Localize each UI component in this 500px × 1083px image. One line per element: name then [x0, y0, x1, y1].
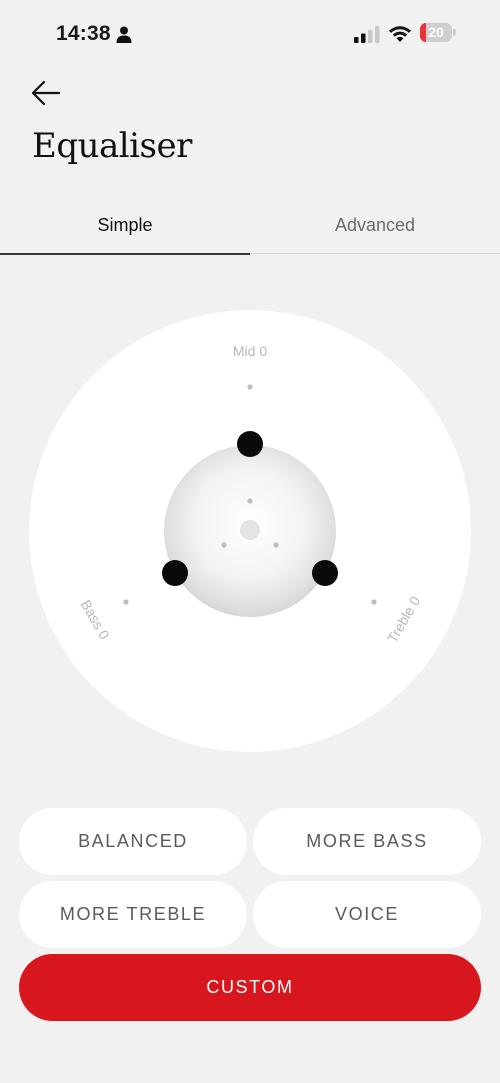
mid-label: Mid 0 — [233, 343, 267, 359]
treble-handle[interactable] — [312, 560, 338, 586]
bass-handle[interactable] — [162, 560, 188, 586]
cellular-signal-icon — [354, 26, 380, 43]
bass-max-dot — [123, 599, 129, 605]
tab-simple[interactable]: Simple — [0, 200, 250, 255]
mid-max-dot — [247, 384, 253, 390]
balanced-button[interactable]: BALANCED — [19, 808, 247, 875]
back-button[interactable] — [26, 74, 66, 112]
status-time: 14:38 — [56, 22, 111, 45]
mid-min-dot — [247, 498, 253, 504]
mid-handle[interactable] — [237, 431, 263, 457]
page-title: Equaliser — [32, 126, 192, 166]
more-bass-button[interactable]: MORE BASS — [253, 808, 481, 875]
treble-min-dot — [273, 542, 279, 548]
battery-level-text: 20 — [428, 24, 444, 40]
bass-min-dot — [221, 542, 227, 548]
wifi-icon — [389, 26, 411, 42]
equaliser-dial[interactable]: Mid 0 Bass 0 Treble 0 — [29, 310, 471, 752]
person-icon — [116, 26, 132, 43]
dial-center-dot — [240, 520, 260, 540]
status-bar: 14:38 20 — [0, 0, 500, 68]
more-treble-button[interactable]: MORE TREBLE — [19, 881, 247, 948]
treble-max-dot — [371, 599, 377, 605]
battery-nub — [453, 29, 456, 36]
battery-icon: 20 — [420, 23, 452, 42]
voice-button[interactable]: VOICE — [253, 881, 481, 948]
tab-bar: Simple Advanced — [0, 200, 500, 255]
custom-button[interactable]: CUSTOM — [19, 954, 481, 1021]
tab-advanced[interactable]: Advanced — [250, 200, 500, 253]
arrow-left-icon — [31, 80, 61, 106]
